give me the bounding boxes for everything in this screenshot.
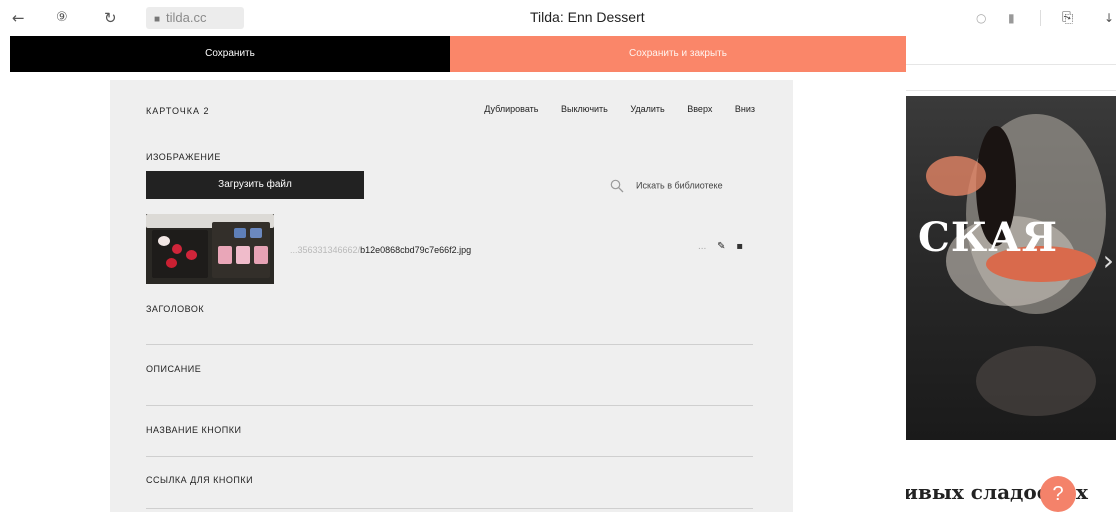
field-label-button-name: НАЗВАНИЕ КНОПКИ: [146, 425, 242, 435]
save-bar: Сохранить Сохранить и закрыть: [10, 36, 906, 72]
file-tools: ... ✎ ▪: [690, 241, 743, 252]
file-name-text: b12e0868cbd79c7e66f2.jpg: [360, 245, 472, 255]
page-title: Tilda: Enn Dessert: [530, 9, 645, 25]
yandex-icon[interactable]: ⑨: [56, 9, 68, 27]
image-thumbnail[interactable]: [146, 214, 274, 284]
duplicate-button[interactable]: Дублировать: [484, 104, 538, 114]
more-options-icon[interactable]: ...: [698, 241, 706, 252]
library-search-link[interactable]: Искать в библиотеке: [610, 179, 723, 193]
card-editor-panel: КАРТОЧКА 2 Дублировать Выключить Удалить…: [110, 80, 793, 512]
save-and-close-button[interactable]: Сохранить и закрыть: [450, 36, 906, 72]
card-actions: Дублировать Выключить Удалить Вверх Вниз: [464, 104, 755, 114]
lock-icon: ■: [154, 14, 161, 25]
save-button[interactable]: Сохранить: [10, 36, 450, 72]
delete-button[interactable]: Удалить: [630, 104, 664, 114]
field-label-button-link: ССЫЛКА ДЛЯ КНОПКИ: [146, 475, 254, 485]
field-description-input[interactable]: [146, 405, 753, 406]
library-search-label: Искать в библиотеке: [636, 180, 723, 191]
upload-file-button[interactable]: Загрузить файл: [146, 171, 364, 199]
disable-button[interactable]: Выключить: [561, 104, 608, 114]
preview-divider: [906, 90, 1116, 91]
field-button-link-input[interactable]: [146, 508, 753, 509]
toolbar-divider: [1040, 10, 1041, 26]
bookmark-icon[interactable]: ▮: [1008, 9, 1015, 27]
preview-hero-image: СКАЯ ›: [906, 96, 1116, 440]
move-down-button[interactable]: Вниз: [735, 104, 755, 114]
preview-divider: [906, 64, 1116, 65]
browser-toolbar: ← ⑨ ↻ ■ tilda.cc Tilda: Enn Dessert ○ ▮ ⎘…: [0, 0, 1116, 36]
move-up-button[interactable]: Вверх: [687, 104, 712, 114]
protect-icon[interactable]: ○: [976, 9, 986, 27]
field-button-name-input[interactable]: [146, 456, 753, 457]
image-section-label: ИЗОБРАЖЕНИЕ: [146, 152, 221, 162]
search-icon: [610, 179, 624, 193]
address-bar[interactable]: ■ tilda.cc: [146, 7, 244, 29]
page-preview: СКАЯ › асивых сладостях: [906, 36, 1116, 512]
url-text: tilda.cc: [166, 10, 207, 25]
preview-hero-title: СКАЯ: [918, 214, 1059, 261]
file-path-prefix: ...356331346662/: [290, 245, 361, 255]
back-arrow-icon[interactable]: ←: [12, 9, 25, 27]
field-label-title: ЗАГОЛОВОК: [146, 304, 205, 314]
field-title-input[interactable]: [146, 344, 753, 345]
edit-pencil-icon[interactable]: ✎: [717, 241, 725, 252]
file-name: ...356331346662/b12e0868cbd79c7e66f2.jpg: [290, 245, 471, 255]
help-button[interactable]: ?: [1040, 476, 1076, 512]
slider-next-icon[interactable]: ›: [1103, 244, 1114, 277]
extensions-icon[interactable]: ⎘: [1062, 9, 1073, 27]
card-title: КАРТОЧКА 2: [146, 106, 210, 116]
field-label-description: ОПИСАНИЕ: [146, 364, 202, 374]
download-icon[interactable]: ↓: [1104, 9, 1114, 27]
trash-icon[interactable]: ▪: [736, 241, 743, 252]
reload-icon[interactable]: ↻: [104, 9, 117, 27]
